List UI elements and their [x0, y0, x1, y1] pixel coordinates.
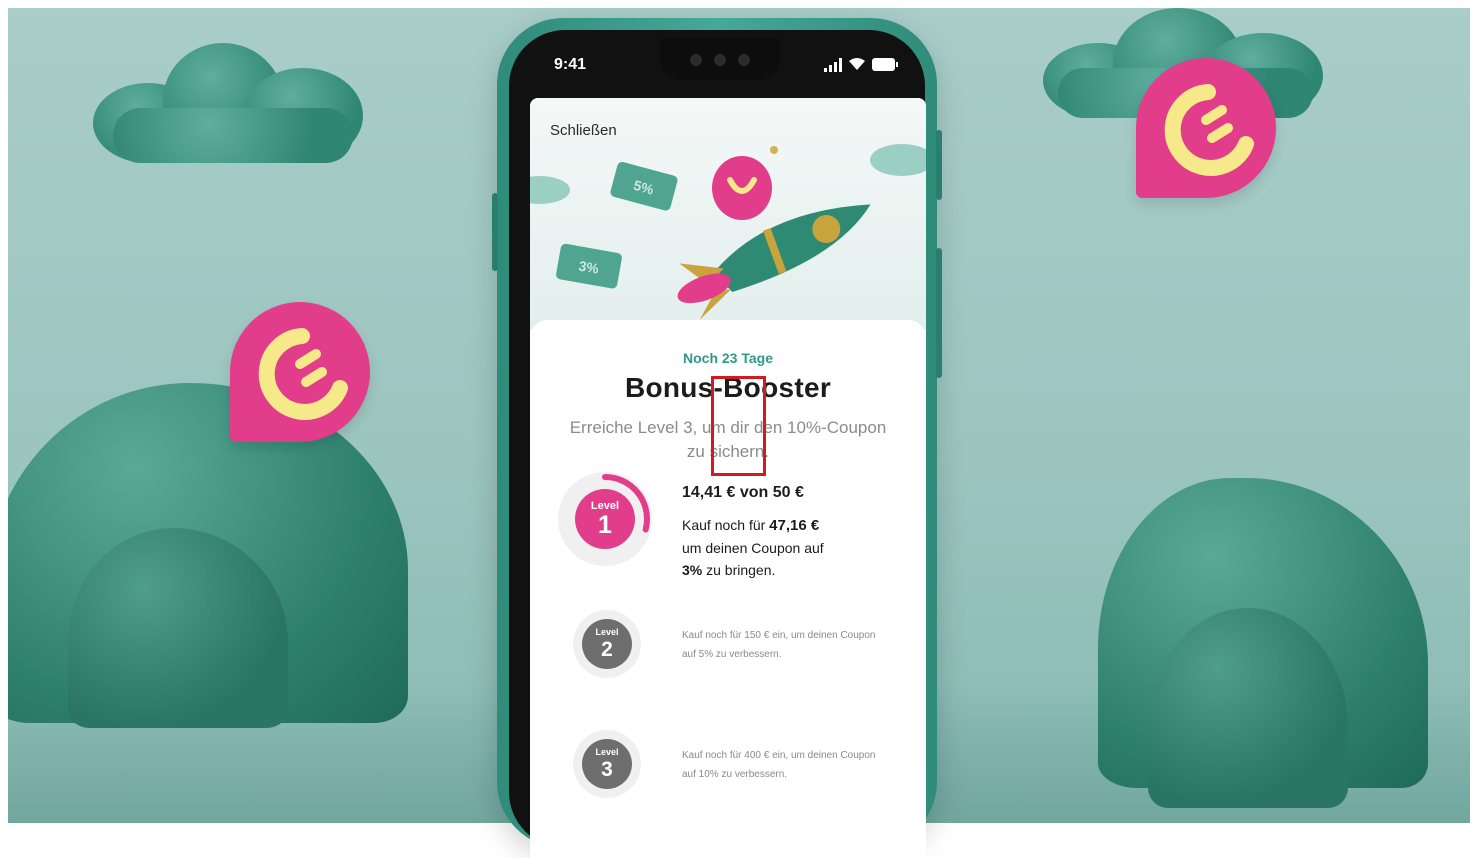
days-left: Noch 23 Tage	[683, 350, 773, 366]
level-3-detail: Kauf noch für 400 € ein, um deinen Coupo…	[682, 750, 876, 780]
cloud-left	[93, 38, 373, 168]
level-2-badge: Level 2	[582, 619, 632, 669]
smile-logo-icon	[1164, 84, 1254, 176]
smile-logo-icon	[258, 328, 348, 420]
signal-icon	[824, 58, 844, 77]
hero-illustration: Schließen 5% 3%	[530, 98, 926, 330]
detail-pct: 3%	[682, 562, 703, 578]
level-2-label: Level	[595, 627, 619, 637]
level-1-number: 1	[598, 511, 612, 539]
highlight-box	[711, 376, 766, 476]
level-1-amount: 14,41 € von 50 €	[682, 484, 804, 502]
level-2-detail: Kauf noch für 150 € ein, um deinen Coupo…	[682, 630, 876, 660]
target-amount: von 50 €	[739, 484, 804, 501]
phone-power-button	[936, 130, 942, 200]
ticket-3-icon: 3%	[556, 243, 622, 289]
phone-side-button	[936, 248, 942, 378]
level-1-badge: Level 1	[575, 489, 635, 549]
level-3-badge: Level 3	[582, 739, 632, 789]
detail-post: zu bringen.	[706, 562, 776, 578]
app-screen: Schließen 5% 3% Noch 23 Tage Bonus-Boost…	[530, 98, 926, 858]
current-amount: 14,41 €	[682, 484, 736, 501]
detail-mid: um deinen Coupon auf	[682, 540, 824, 556]
level-1-detail: Kauf noch für 47,16 € um deinen Coupon a…	[682, 514, 852, 581]
level-3-label: Level	[595, 747, 619, 757]
status-bar: 9:41	[534, 50, 904, 80]
wifi-icon	[848, 57, 866, 76]
phone-volume-button	[492, 193, 498, 271]
level-2-number: 2	[601, 638, 613, 661]
battery-icon	[872, 58, 898, 76]
detail-pre: Kauf noch für	[682, 517, 766, 533]
rocket-illustration: 5% 3%	[530, 144, 926, 320]
detail-value: 47,16 €	[769, 517, 820, 534]
ticket-5-icon: 5%	[610, 161, 678, 211]
level-3-number: 3	[601, 758, 613, 781]
status-time: 9:41	[554, 56, 587, 73]
brand-logo-left	[230, 302, 370, 442]
brand-logo-right	[1136, 58, 1276, 198]
